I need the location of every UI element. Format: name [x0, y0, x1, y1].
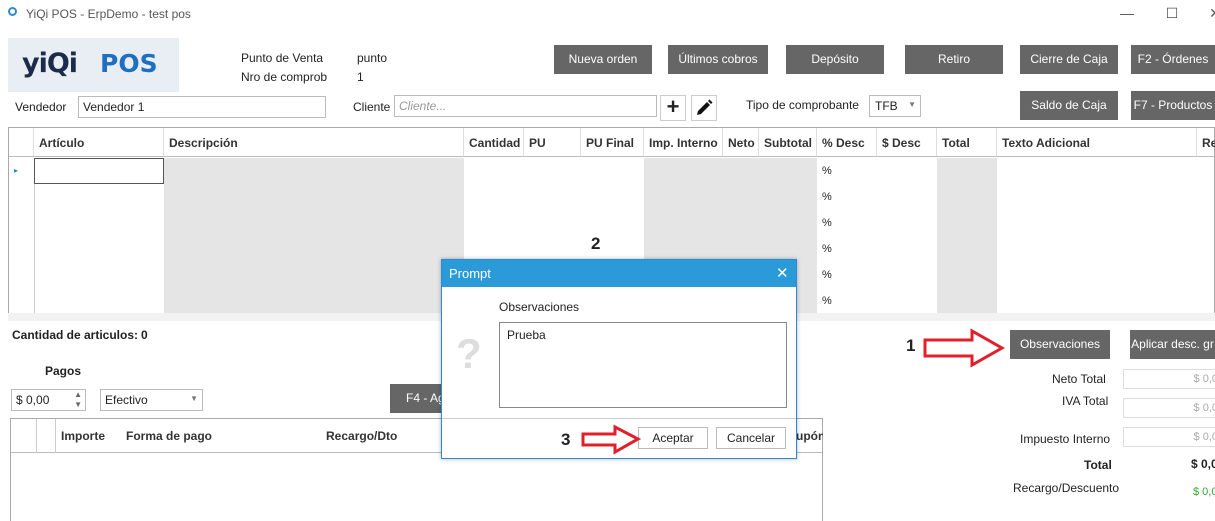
annotation-3: 3	[561, 430, 571, 449]
aceptar-button[interactable]: Aceptar	[638, 427, 708, 449]
observaciones-button[interactable]: Observaciones	[1010, 330, 1110, 359]
col-texto-adicional[interactable]: Texto Adicional	[997, 128, 1197, 157]
f2-ordenes-button[interactable]: F2 - Órdenes	[1131, 45, 1215, 74]
iva-total-value: $ 0,0	[1123, 398, 1215, 418]
cantidad-label: Cantidad de articulos:	[12, 328, 139, 342]
col-pu[interactable]: PU	[524, 128, 581, 157]
retiro-button[interactable]: Retiro	[905, 45, 1003, 74]
pct-label: %	[822, 295, 832, 307]
cliente-input[interactable]: Cliente...	[394, 95, 657, 117]
annotation-1: 1	[906, 336, 916, 355]
pago-amount-value: $ 0,00	[16, 393, 50, 407]
pago-amount-input[interactable]: $ 0,00 ▲ ▼	[11, 389, 86, 411]
col-forma-pago[interactable]: Forma de pago	[121, 419, 321, 448]
col-neto[interactable]: Neto	[723, 128, 759, 157]
col-pct-desc[interactable]: % Desc	[817, 128, 877, 157]
articulo-input[interactable]	[34, 158, 164, 184]
impuesto-interno-value: $ 0,0	[1123, 427, 1215, 447]
col-articulo[interactable]: Artículo	[34, 128, 164, 157]
col-pu-final[interactable]: PU Final	[581, 128, 644, 157]
neto-total-value: $ 0,0	[1123, 369, 1215, 389]
pct-label: %	[822, 243, 832, 255]
maximize-button[interactable]: ☐	[1157, 3, 1187, 23]
dialog-divider	[442, 418, 796, 419]
app-logo: yiQi POS	[8, 38, 179, 92]
nro-comprobante-value: 1	[357, 70, 364, 84]
forma-pago-select[interactable]: Efectivo ▼	[100, 389, 203, 411]
deposito-button[interactable]: Depósito	[786, 45, 884, 74]
col-usd-desc[interactable]: $ Desc	[877, 128, 937, 157]
nueva-orden-button[interactable]: Nueva orden	[554, 45, 652, 74]
pct-label: %	[822, 191, 832, 203]
col-subtotal[interactable]: Subtotal	[759, 128, 817, 157]
aplicar-desc-button[interactable]: Aplicar desc. gr	[1130, 330, 1215, 359]
vendedor-label: Vendedor	[15, 100, 67, 114]
tipo-comprobante-value: TFB	[875, 99, 898, 113]
cierre-caja-button[interactable]: Cierre de Caja	[1020, 45, 1118, 74]
pagos-divider	[36, 419, 37, 453]
minimize-button[interactable]: —	[1112, 3, 1142, 23]
arrow-right-icon	[581, 424, 642, 455]
col-recargo[interactable]: Recargo/Dto	[321, 419, 441, 448]
pct-label: %	[822, 217, 832, 229]
logo-pos: POS	[100, 49, 158, 78]
col-descripcion[interactable]: Descripción	[164, 128, 464, 157]
recargo-value: $ 0,0	[1193, 486, 1215, 498]
f7-productos-button[interactable]: F7 - Productos	[1131, 91, 1215, 120]
dialog-title: Prompt	[442, 260, 796, 287]
forma-pago-value: Efectivo	[105, 393, 148, 407]
observaciones-label: Observaciones	[499, 300, 580, 314]
recargo-label: Recargo/Descuento	[1013, 481, 1120, 495]
observaciones-textarea[interactable]: Prueba	[499, 322, 787, 408]
col-imp-interno[interactable]: Imp. Interno	[644, 128, 723, 157]
spin-icon[interactable]: ▲ ▼	[74, 390, 82, 410]
col-total[interactable]: Total	[937, 128, 997, 157]
tipo-comprobante-label: Tipo de comprobante	[746, 98, 859, 112]
tipo-comprobante-select[interactable]: TFB ▼	[869, 95, 921, 117]
impuesto-interno-label: Impuesto Interno	[1020, 432, 1111, 446]
arrow-right-icon	[923, 328, 1006, 368]
ultimos-cobros-button[interactable]: Últimos cobros	[668, 45, 768, 74]
col-re[interactable]: Re	[1197, 128, 1215, 157]
window-title: YiQi POS - ErpDemo - test pos	[26, 7, 191, 21]
neto-total-label: Neto Total	[1052, 372, 1106, 386]
nro-comprobante-label: Nro de comprob	[241, 70, 328, 84]
pct-label: %	[822, 165, 832, 177]
question-icon: ?	[456, 330, 482, 377]
punto-venta-value: punto	[357, 51, 388, 65]
close-button[interactable]: ✕	[1200, 3, 1215, 23]
cancelar-button[interactable]: Cancelar	[716, 427, 786, 449]
annotation-2: 2	[591, 234, 601, 253]
col-importe[interactable]: Importe	[56, 419, 121, 448]
iva-total-label: IVA Total	[1062, 394, 1109, 408]
row-pointer-icon: ▸	[14, 166, 19, 175]
total-value: $ 0,0	[1191, 457, 1215, 471]
app-icon	[8, 7, 17, 16]
descripcion-cell	[164, 158, 464, 314]
grid-row-header	[9, 128, 34, 157]
pct-label: %	[822, 269, 832, 281]
pagos-title: Pagos	[45, 364, 82, 378]
add-client-icon[interactable]: +	[660, 95, 686, 121]
chevron-down-icon: ▼	[190, 394, 198, 403]
close-icon[interactable]: ✕	[776, 264, 789, 282]
punto-venta-label: Punto de Venta	[241, 51, 324, 65]
title-bar: YiQi POS - ErpDemo - test pos — ☐ ✕	[0, 0, 1215, 28]
vendedor-input[interactable]: Vendedor 1	[78, 96, 326, 118]
chevron-down-icon: ▼	[908, 100, 916, 109]
cliente-label: Cliente	[353, 100, 391, 114]
total-label: Total	[1084, 458, 1112, 472]
edit-client-icon[interactable]	[691, 95, 717, 121]
logo-yiqi: yiQi	[22, 48, 78, 79]
cantidad-value: 0	[141, 328, 148, 342]
saldo-caja-button[interactable]: Saldo de Caja	[1020, 91, 1118, 120]
col-cantidad[interactable]: Cantidad	[464, 128, 524, 157]
total-cell	[937, 158, 997, 314]
